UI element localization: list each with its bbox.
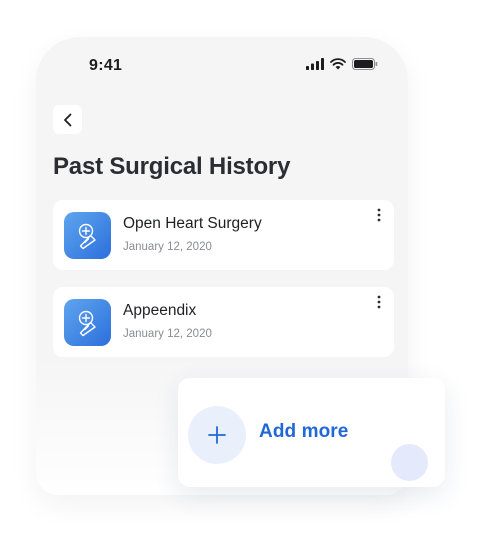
more-options-icon[interactable] (376, 295, 382, 309)
surgery-name: Open Heart Surgery (123, 215, 262, 232)
status-icons (306, 58, 378, 70)
surgery-card[interactable]: Open Heart Surgery January 12, 2020 (53, 200, 394, 270)
scalpel-icon (64, 299, 111, 346)
plus-icon (208, 426, 226, 444)
page-title: Past Surgical History (53, 153, 291, 180)
surgery-card[interactable]: Appeendix January 12, 2020 (53, 287, 394, 357)
surgery-name: Appeendix (123, 302, 197, 319)
battery-icon (352, 58, 378, 70)
status-time: 9:41 (89, 57, 123, 74)
more-options-icon[interactable] (376, 208, 382, 222)
wifi-icon (330, 58, 346, 70)
back-button[interactable] (53, 105, 82, 134)
decorative-dot (391, 444, 428, 481)
surgery-date: January 12, 2020 (123, 328, 212, 340)
chevron-left-icon (63, 113, 71, 126)
add-more-label: Add more (259, 421, 349, 442)
signal-icon (306, 58, 324, 70)
surgery-date: January 12, 2020 (123, 241, 212, 253)
scalpel-icon (64, 212, 111, 259)
add-circle (188, 406, 246, 464)
add-more-button[interactable]: Add more (178, 378, 445, 487)
